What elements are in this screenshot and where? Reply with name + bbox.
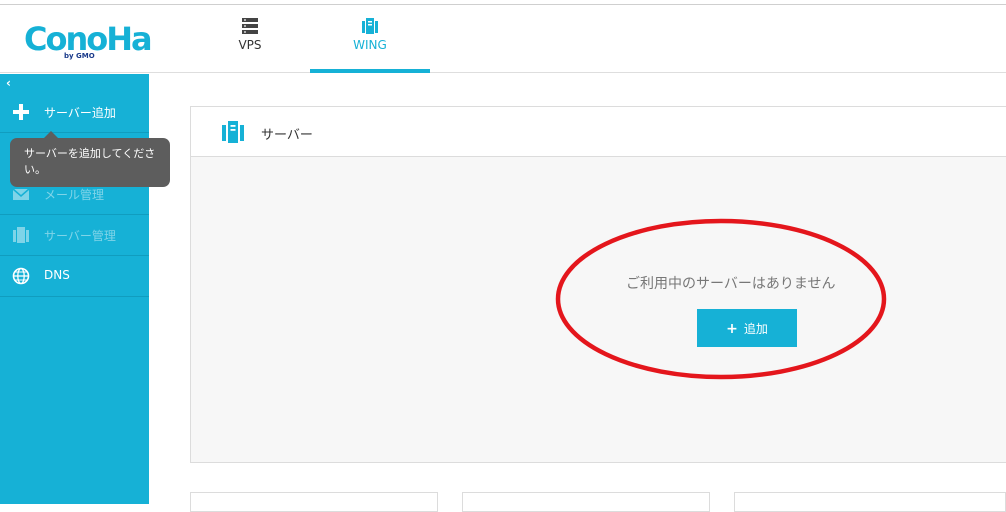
tab-vps[interactable]: VPS bbox=[190, 5, 310, 73]
conoha-logo[interactable]: ConoHa by GMO bbox=[24, 17, 154, 67]
wing-server-icon bbox=[222, 121, 244, 143]
sidebar-item-label: DNS bbox=[44, 268, 70, 282]
sidebar-item-label: メール管理 bbox=[44, 188, 105, 202]
bottom-card bbox=[462, 492, 710, 512]
collapse-icon[interactable]: ‹ bbox=[6, 76, 11, 90]
bottom-card bbox=[190, 492, 438, 512]
bottom-card bbox=[734, 492, 1006, 512]
globe-icon bbox=[12, 267, 30, 285]
tooltip-text: サーバーを追加してください。 bbox=[24, 147, 156, 176]
sidebar-item-add-server[interactable]: サーバー追加 bbox=[0, 92, 149, 133]
logo-sub-text: by GMO bbox=[64, 52, 95, 60]
red-annotation-ellipse bbox=[555, 218, 887, 380]
wing-icon bbox=[362, 18, 378, 34]
sidebar-item-label: サーバー管理 bbox=[44, 229, 116, 243]
mail-icon bbox=[12, 188, 30, 200]
sidebar-item-server-management: サーバー管理 bbox=[0, 215, 149, 256]
panel-title: サーバー bbox=[261, 128, 313, 143]
sidebar-item-dns[interactable]: DNS bbox=[0, 256, 149, 297]
plus-icon bbox=[13, 104, 29, 120]
panel-header: サーバー bbox=[191, 107, 1006, 157]
server-stack-icon bbox=[242, 18, 258, 34]
tab-vps-label: VPS bbox=[238, 38, 262, 52]
add-server-tooltip: サーバーを追加してください。 bbox=[10, 131, 170, 187]
tab-wing[interactable]: WING bbox=[310, 5, 430, 73]
tab-wing-label: WING bbox=[353, 38, 387, 52]
top-header: ConoHa by GMO bbox=[0, 5, 1006, 73]
sidebar-item-label: サーバー追加 bbox=[44, 106, 116, 120]
server-icon bbox=[13, 227, 29, 243]
